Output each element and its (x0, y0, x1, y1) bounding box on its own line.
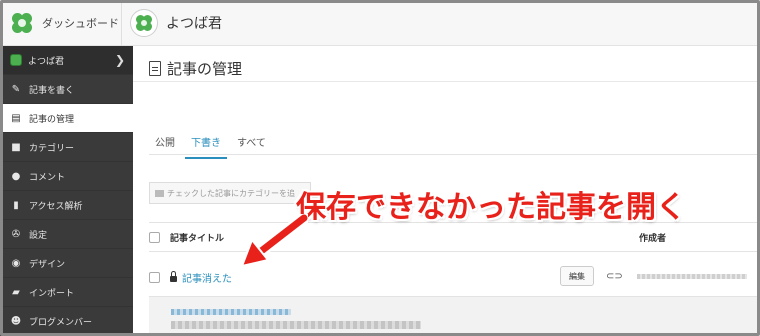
blog-name: よつば君 (166, 16, 222, 32)
sidebar-item-label: 設定 (29, 230, 48, 241)
document-icon: ▤ (11, 112, 21, 124)
column-header-author: 作成者 (639, 233, 667, 244)
document-icon (149, 61, 161, 76)
dashboard-link[interactable]: ダッシュボード (0, 0, 122, 46)
table-row (149, 296, 760, 336)
sidebar-item-design[interactable]: ◉ デザイン (0, 249, 133, 278)
article-title-link[interactable]: 記事消えた (182, 270, 232, 285)
chevron-right-icon: ❯ (114, 53, 125, 67)
sidebar-item-blog[interactable]: よつば君 ❯ (0, 46, 133, 75)
sidebar-item-label: カテゴリー (29, 143, 75, 154)
sidebar-item-settings[interactable]: ✇ 設定 (0, 220, 133, 249)
sidebar: よつば君 ❯ ✎ 記事を書く ▤ 記事の管理 ■ カテゴリー ● コメント ▮ … (0, 46, 133, 336)
tab-drafts[interactable]: 下書き (185, 134, 227, 159)
blog-avatar (130, 9, 158, 37)
article-title-blurred (171, 309, 291, 315)
divider (133, 81, 760, 82)
column-header-title: 記事タイトル (170, 233, 225, 244)
folder-icon: ■ (11, 141, 21, 153)
tab-published[interactable]: 公開 (149, 134, 181, 159)
page-title-text: 記事の管理 (167, 60, 243, 78)
tab-all[interactable]: すべて (231, 134, 272, 159)
folder-icon (155, 189, 164, 197)
edit-icon: ✎ (11, 83, 21, 95)
category-select[interactable]: チェックした記事にカテゴリーを追 (149, 182, 311, 204)
sidebar-item-manage[interactable]: ▤ 記事の管理 (0, 104, 133, 133)
sidebar-item-import[interactable]: ▰ インポート (0, 278, 133, 307)
wrench-icon: ✇ (11, 228, 21, 240)
sidebar-item-label: コメント (29, 172, 66, 183)
palette-icon: ◉ (11, 257, 21, 269)
sidebar-item-analytics[interactable]: ▮ アクセス解析 (0, 191, 133, 220)
annotation-text: 保存できなかった記事を開く (296, 190, 686, 225)
sidebar-item-label: よつば君 (28, 56, 65, 67)
select-all-checkbox[interactable] (149, 231, 160, 243)
sidebar-item-label: 記事の管理 (29, 114, 75, 125)
status-tabs: 公開 下書き すべて (149, 134, 276, 159)
comment-icon: ● (11, 170, 21, 182)
clover-icon (134, 13, 154, 33)
page-title: 記事の管理 (149, 58, 242, 79)
users-icon: ☻ (10, 315, 22, 327)
article-excerpt-blurred (171, 321, 421, 329)
sidebar-item-label: 記事を書く (29, 85, 75, 96)
clover-logo-icon (10, 11, 34, 35)
sidebar-item-category[interactable]: ■ カテゴリー (0, 133, 133, 162)
red-arrow-icon (241, 214, 308, 267)
clover-icon (10, 54, 22, 66)
sidebar-item-label: インポート (29, 288, 75, 299)
sidebar-item-comment[interactable]: ● コメント (0, 162, 133, 191)
category-select-placeholder: チェックした記事にカテゴリーを追 (167, 188, 295, 198)
truck-icon: ▰ (12, 286, 20, 298)
top-header: ダッシュボード よつば君 (0, 0, 760, 46)
row-checkbox[interactable] (149, 271, 160, 283)
sidebar-item-label: デザイン (29, 259, 66, 270)
divider (149, 154, 760, 155)
edit-button[interactable]: 編集 (560, 266, 594, 286)
blog-selector[interactable]: よつば君 (122, 0, 222, 46)
sidebar-item-members[interactable]: ☻ ブログメンバー (0, 307, 133, 336)
lock-icon (170, 270, 177, 282)
dashboard-label: ダッシュボード (42, 17, 119, 30)
sidebar-item-label: ブログメンバー (29, 317, 93, 328)
author-name-blurred (637, 274, 747, 279)
link-icon[interactable]: ⊂⊃ (606, 271, 623, 282)
sidebar-item-write[interactable]: ✎ 記事を書く (0, 75, 133, 104)
sidebar-item-label: アクセス解析 (29, 201, 83, 212)
bar-chart-icon: ▮ (13, 199, 19, 211)
